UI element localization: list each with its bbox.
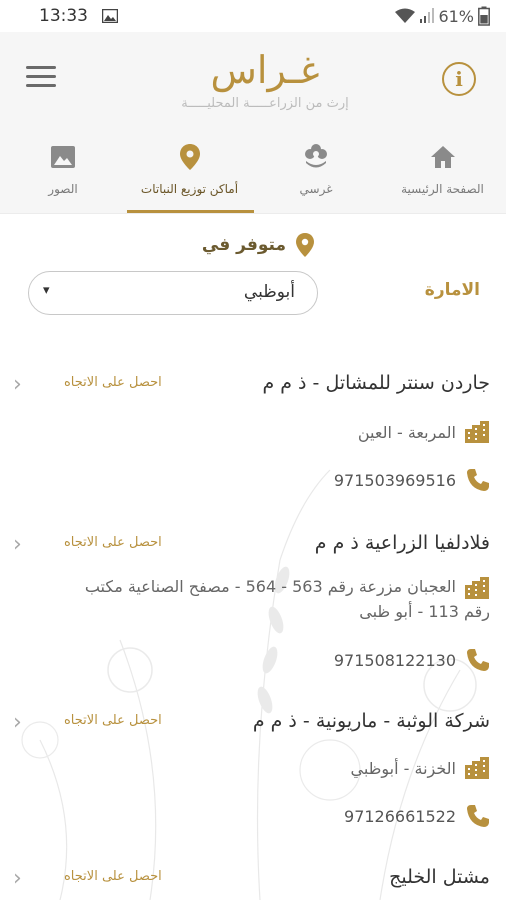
brand-tagline: إرث من الزراعـــــة المحليـــــة: [140, 96, 390, 111]
status-bar: 13:33 61%: [0, 0, 506, 32]
tab-my-plants[interactable]: غرسي: [253, 140, 379, 214]
location-pin-icon: [175, 142, 205, 172]
get-directions-link[interactable]: احصل على الاتجاه: [64, 869, 162, 884]
chevron-left-icon[interactable]: ‹: [13, 532, 22, 557]
tab-label: أماكن توزيع النباتات: [141, 182, 238, 196]
emirate-label: الامارة: [425, 280, 480, 300]
app-header: غـراس إرث من الزراعـــــة المحليـــــة i…: [0, 32, 506, 214]
tab-label: غرسي: [300, 182, 333, 196]
status-time: 13:33: [39, 6, 88, 26]
locations-content: متوفر في الامارة أبوظبي ▾ جاردن سنتر للم…: [0, 214, 506, 900]
tab-label: الصفحة الرئيسية: [401, 182, 484, 196]
store-address: الخزنة - أبوظبي: [350, 756, 490, 781]
available-label: متوفر في: [202, 235, 286, 255]
address-text: المربعة - العين: [358, 420, 456, 445]
brand-logo: غـراس: [150, 48, 380, 92]
tab-plant-locations[interactable]: أماكن توزيع النباتات: [126, 140, 253, 214]
emirate-dropdown[interactable]: أبوظبي ▾: [28, 271, 318, 315]
phone-number: 97126661522: [344, 807, 456, 826]
building-icon: [464, 576, 490, 600]
building-icon: [464, 420, 490, 444]
phone-icon: [466, 804, 490, 828]
battery-percent: 61%: [438, 7, 474, 26]
emirate-selected-value: أبوظبي: [244, 282, 295, 302]
battery-icon: [478, 6, 490, 26]
store-address: المربعة - العين: [358, 420, 490, 445]
address-text: الخزنة - أبوظبي: [350, 756, 456, 781]
store-phone[interactable]: 971508122130: [334, 648, 490, 672]
chevron-left-icon[interactable]: ‹: [13, 372, 22, 397]
tab-home[interactable]: الصفحة الرئيسية: [379, 140, 506, 214]
flower-icon: [301, 142, 331, 172]
store-phone[interactable]: 97126661522: [344, 804, 490, 828]
address-line-2: رقم 113 - أبو ظبى: [85, 599, 490, 624]
store-name: شركة الوثبة - ماريونية - ذ م م: [253, 710, 490, 732]
tab-bar: الصفحة الرئيسية غرسي أماكن توزيع النباتا…: [0, 140, 506, 214]
store-name: مشتل الخليج: [389, 866, 490, 888]
tab-photos[interactable]: الصور: [0, 140, 126, 214]
image-icon: [48, 142, 78, 172]
info-icon[interactable]: i: [442, 62, 476, 96]
phone-icon: [466, 648, 490, 672]
active-tab-indicator: [127, 210, 254, 213]
chevron-left-icon[interactable]: ‹: [13, 866, 22, 891]
phone-number: 971508122130: [334, 651, 456, 670]
phone-number: 971503969516: [334, 471, 456, 490]
address-line-1: العجبان مزرعة رقم 563 - 564 - مصفح الصنا…: [85, 574, 456, 599]
menu-icon[interactable]: [26, 66, 56, 90]
get-directions-link[interactable]: احصل على الاتجاه: [64, 375, 162, 390]
chevron-left-icon[interactable]: ‹: [13, 710, 22, 735]
get-directions-link[interactable]: احصل على الاتجاه: [64, 535, 162, 550]
status-indicators: 61%: [394, 6, 490, 26]
store-phone[interactable]: 971503969516: [334, 468, 490, 492]
store-name: فلادلفيا الزراعية ذ م م: [315, 532, 490, 554]
available-in: متوفر في: [202, 232, 316, 258]
store-name: جاردن سنتر للمشاتل - ذ م م: [262, 372, 490, 394]
location-pin-icon: [294, 232, 316, 258]
gallery-notification-icon: [102, 8, 118, 27]
home-icon: [428, 142, 458, 172]
building-icon: [464, 756, 490, 780]
get-directions-link[interactable]: احصل على الاتجاه: [64, 713, 162, 728]
wifi-icon: [394, 8, 416, 24]
tab-label: الصور: [48, 182, 77, 196]
store-address: العجبان مزرعة رقم 563 - 564 - مصفح الصنا…: [85, 574, 490, 624]
chevron-down-icon: ▾: [43, 283, 50, 298]
phone-icon: [466, 468, 490, 492]
signal-icon: [420, 8, 434, 24]
